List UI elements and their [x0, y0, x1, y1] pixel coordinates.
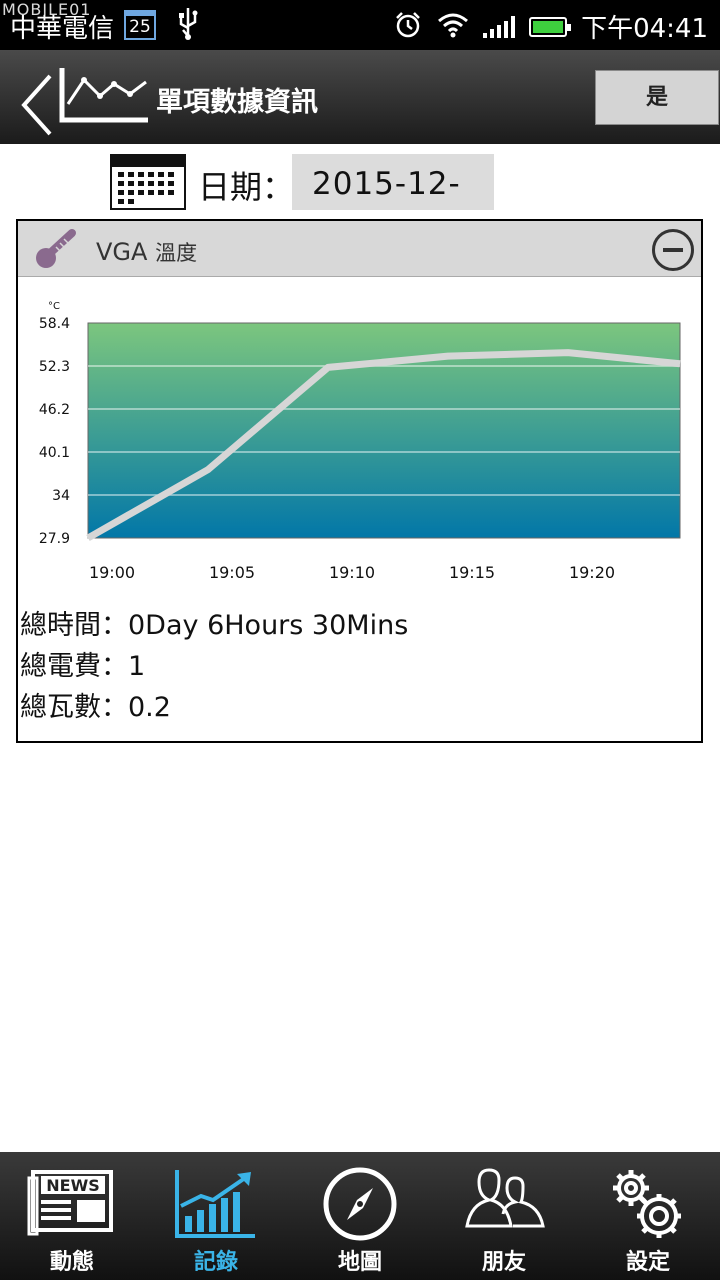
- calendar-icon[interactable]: [110, 154, 186, 214]
- line-chart-logo-icon: [58, 66, 150, 130]
- summary-stats: 總時間：0Day 6Hours 30Mins 總電費：1 總瓦數：0.2: [20, 605, 408, 728]
- collapse-minus-button[interactable]: [652, 229, 694, 271]
- confirm-button[interactable]: 是: [595, 70, 719, 125]
- status-bar: MOBILE01 中華電信 25 下午04:41: [0, 0, 720, 50]
- y-tick-label: 40.1: [39, 445, 70, 461]
- y-unit-label: °C: [48, 301, 60, 312]
- y-tick-label: 27.9: [39, 531, 70, 547]
- total-time-text: 總時間：0Day 6Hours 30Mins: [20, 610, 409, 641]
- app-header: 單項數據資訊 是: [0, 50, 720, 144]
- carrier-name: 中華電信: [10, 14, 115, 44]
- x-tick-label: 19:00: [89, 563, 135, 582]
- page-title: 單項數據資訊: [156, 87, 318, 118]
- y-tick-label: 46.2: [39, 402, 70, 418]
- date-label: 日期：: [198, 168, 295, 206]
- thermometer-icon: [34, 229, 78, 273]
- card-title-latin: VGA: [96, 238, 148, 266]
- news-icon: NEWS: [27, 1170, 113, 1236]
- x-axis-labels: 19:00 19:05 19:10 19:15 19:20: [89, 563, 615, 582]
- tab-settings[interactable]: 設定: [576, 1152, 720, 1280]
- signal-strength-icon: [483, 15, 516, 38]
- tab-friends[interactable]: 朋友: [432, 1152, 576, 1280]
- compass-icon: [323, 1167, 397, 1241]
- tab-label: 動態: [49, 1250, 94, 1275]
- tab-label: 記錄: [193, 1250, 238, 1275]
- x-tick-label: 19:10: [329, 563, 375, 582]
- y-axis-labels: 58.4 52.3 46.2 40.1 34 27.9: [39, 316, 70, 547]
- status-icons: 下午04:41: [393, 8, 708, 45]
- back-arrow-icon[interactable]: [18, 72, 54, 142]
- x-tick-label: 19:15: [449, 563, 495, 582]
- battery-icon: [529, 16, 572, 37]
- svg-text:NEWS: NEWS: [46, 1176, 100, 1195]
- friends-icon: [465, 1168, 545, 1228]
- vga-temperature-card: VGA 溫度 °C 58.4 52.3 46.2 40.1 34 27.9 19:00 19…: [16, 219, 703, 743]
- total-cost-text: 總電費：1: [20, 651, 146, 682]
- bottom-tab-bar: NEWS 動態 記錄 地圖 朋友 設定: [0, 1152, 720, 1280]
- calendar-notification-icon: 25: [124, 10, 156, 40]
- y-tick-label: 34: [52, 488, 70, 504]
- gear-icon: [613, 1170, 681, 1238]
- clock: 下午04:41: [581, 14, 708, 44]
- x-tick-label: 19:20: [569, 563, 615, 582]
- total-watts-text: 總瓦數：0.2: [20, 692, 171, 723]
- card-title-cjk: 溫度: [155, 241, 198, 265]
- alarm-icon: [393, 10, 423, 44]
- x-tick-label: 19:05: [209, 563, 255, 582]
- card-header: VGA 溫度: [18, 221, 701, 277]
- y-tick-label: 58.4: [39, 316, 70, 332]
- date-field[interactable]: 2015-12-24: [292, 154, 494, 262]
- tab-label: 地圖: [337, 1250, 382, 1275]
- tab-label: 設定: [625, 1250, 670, 1275]
- date-row: 日期： 2015-12-24: [0, 152, 720, 262]
- chart-record-icon: [175, 1170, 255, 1238]
- temperature-line-chart: °C 58.4 52.3 46.2 40.1 34 27.9 19:00 19:05 19:1…: [39, 301, 681, 582]
- tab-label: 朋友: [481, 1250, 526, 1275]
- card-title: VGA 溫度: [96, 237, 197, 267]
- usb-icon: [176, 6, 200, 47]
- tab-news[interactable]: NEWS 動態: [0, 1152, 144, 1280]
- y-tick-label: 52.3: [39, 359, 70, 375]
- tab-map[interactable]: 地圖: [288, 1152, 432, 1280]
- tab-records[interactable]: 記錄: [144, 1152, 288, 1280]
- wifi-icon: [437, 12, 469, 42]
